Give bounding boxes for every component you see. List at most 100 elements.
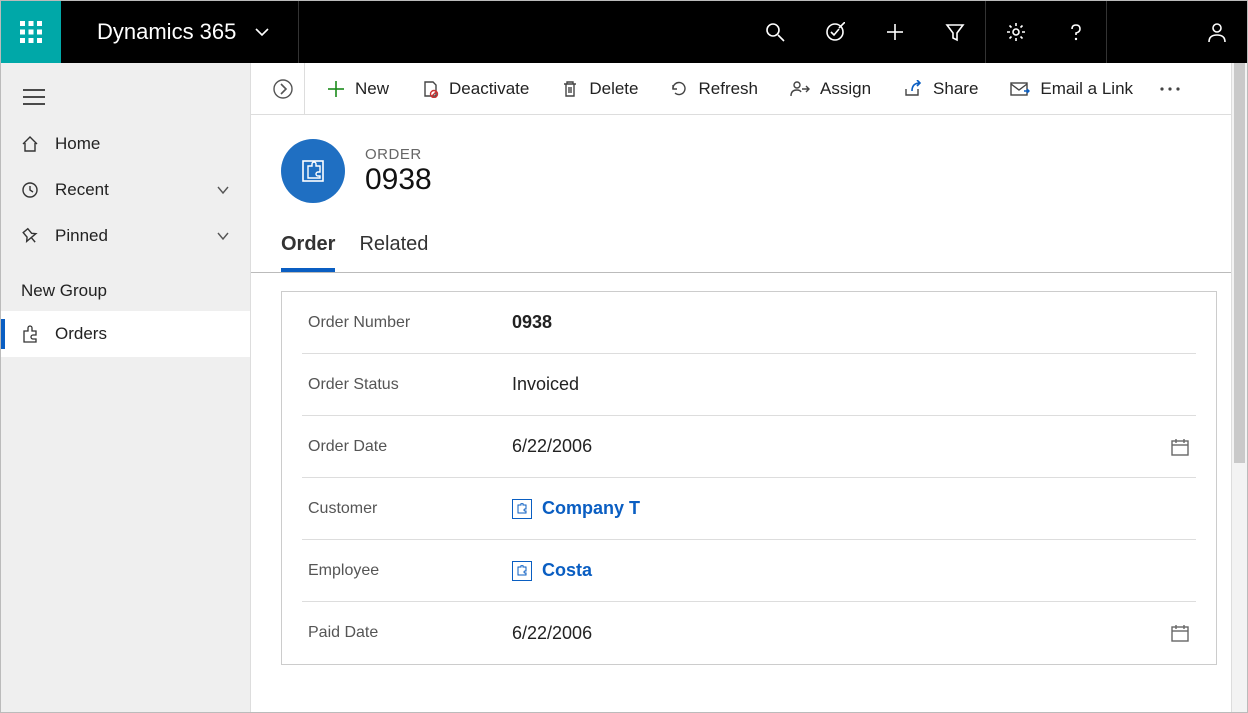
plus-icon bbox=[885, 22, 905, 42]
chevron-down-icon bbox=[216, 229, 230, 243]
lookup-value[interactable]: Company T bbox=[512, 498, 1196, 519]
field-label: Paid Date bbox=[302, 624, 512, 642]
field-order-number[interactable]: Order Number 0938 bbox=[302, 292, 1196, 354]
filter-button[interactable] bbox=[925, 1, 985, 63]
share-button[interactable]: Share bbox=[887, 63, 994, 115]
brand-label: Dynamics 365 bbox=[97, 19, 236, 45]
assign-button[interactable]: Assign bbox=[774, 63, 887, 115]
app-launcher-button[interactable] bbox=[1, 1, 61, 63]
cmd-label: Assign bbox=[820, 79, 871, 99]
plus-icon bbox=[327, 80, 345, 98]
sidebar-item-recent[interactable]: Recent bbox=[1, 167, 250, 213]
refresh-button[interactable]: Refresh bbox=[654, 63, 774, 115]
more-commands-button[interactable] bbox=[1149, 63, 1191, 115]
field-value: Invoiced bbox=[512, 374, 1196, 395]
new-button[interactable]: New bbox=[311, 63, 405, 115]
sidebar-item-label: Pinned bbox=[55, 226, 108, 246]
ellipsis-icon bbox=[1159, 86, 1181, 92]
sidebar: Home Recent Pinned New Group Orders bbox=[1, 63, 251, 712]
global-topbar: Dynamics 365 bbox=[1, 1, 1247, 63]
task-button[interactable] bbox=[805, 1, 865, 63]
quick-create-button[interactable] bbox=[865, 1, 925, 63]
sidebar-item-label: Recent bbox=[55, 180, 109, 200]
field-label: Employee bbox=[302, 562, 512, 580]
main-content: New Deactivate Delete Refresh Assign bbox=[251, 63, 1247, 712]
entity-type-label: ORDER bbox=[365, 146, 432, 163]
home-icon bbox=[21, 135, 39, 153]
settings-button[interactable] bbox=[986, 1, 1046, 63]
delete-button[interactable]: Delete bbox=[545, 63, 654, 115]
field-order-status[interactable]: Order Status Invoiced bbox=[302, 354, 1196, 416]
chevron-down-icon bbox=[254, 24, 270, 40]
scrollbar-thumb[interactable] bbox=[1234, 63, 1245, 463]
field-order-date[interactable]: Order Date 6/22/2006 bbox=[302, 416, 1196, 478]
gear-icon bbox=[1006, 22, 1026, 42]
field-value: 0938 bbox=[512, 312, 1196, 333]
global-actions bbox=[745, 1, 1247, 63]
help-button[interactable] bbox=[1046, 1, 1106, 63]
form-body: Order Number 0938 Order Status Invoiced … bbox=[251, 273, 1247, 712]
sidebar-item-label: Orders bbox=[55, 324, 107, 344]
circle-chevron-icon bbox=[272, 78, 294, 100]
field-customer[interactable]: Customer Company T bbox=[302, 478, 1196, 540]
cmd-label: Email a Link bbox=[1040, 79, 1133, 99]
entity-name-label: 0938 bbox=[365, 163, 432, 197]
sidebar-item-label: Home bbox=[55, 134, 100, 154]
spacer bbox=[299, 1, 745, 63]
email-icon bbox=[1010, 81, 1030, 97]
trash-icon bbox=[561, 80, 579, 98]
assign-icon bbox=[790, 80, 810, 98]
cmd-label: Deactivate bbox=[449, 79, 529, 99]
puzzle-icon bbox=[21, 325, 39, 343]
lookup-value[interactable]: Costa bbox=[512, 560, 1196, 581]
sidebar-item-home[interactable]: Home bbox=[1, 121, 250, 167]
field-employee[interactable]: Employee Costa bbox=[302, 540, 1196, 602]
sidebar-item-pinned[interactable]: Pinned bbox=[1, 213, 250, 259]
go-back-button[interactable] bbox=[261, 63, 305, 115]
email-link-button[interactable]: Email a Link bbox=[994, 63, 1149, 115]
field-label: Order Status bbox=[302, 376, 512, 394]
cmd-label: Share bbox=[933, 79, 978, 99]
cmd-label: Refresh bbox=[698, 79, 758, 99]
lookup-text: Costa bbox=[542, 560, 592, 581]
form-card: Order Number 0938 Order Status Invoiced … bbox=[281, 291, 1217, 665]
tab-related[interactable]: Related bbox=[359, 233, 428, 272]
account-button[interactable] bbox=[1187, 1, 1247, 63]
entity-icon bbox=[300, 158, 326, 184]
lookup-text: Company T bbox=[542, 498, 640, 519]
calendar-icon[interactable] bbox=[1170, 623, 1196, 643]
share-icon bbox=[903, 80, 923, 98]
cmd-label: New bbox=[355, 79, 389, 99]
user-profile-empty bbox=[1107, 1, 1187, 63]
pin-icon bbox=[21, 227, 39, 245]
search-icon bbox=[765, 22, 785, 42]
command-bar: New Deactivate Delete Refresh Assign bbox=[251, 63, 1247, 115]
deactivate-button[interactable]: Deactivate bbox=[405, 63, 545, 115]
field-value: 6/22/2006 bbox=[512, 436, 1170, 457]
refresh-icon bbox=[670, 80, 688, 98]
sidebar-item-orders[interactable]: Orders bbox=[1, 311, 250, 357]
tab-order[interactable]: Order bbox=[281, 233, 335, 272]
waffle-icon bbox=[20, 21, 42, 43]
chevron-down-icon bbox=[216, 183, 230, 197]
person-icon bbox=[1206, 21, 1228, 43]
deactivate-icon bbox=[421, 80, 439, 98]
funnel-icon bbox=[945, 22, 965, 42]
search-button[interactable] bbox=[745, 1, 805, 63]
field-paid-date[interactable]: Paid Date 6/22/2006 bbox=[302, 602, 1196, 664]
vertical-scrollbar[interactable] bbox=[1231, 63, 1247, 712]
product-switcher[interactable]: Dynamics 365 bbox=[61, 1, 298, 63]
calendar-icon[interactable] bbox=[1170, 437, 1196, 457]
field-label: Order Date bbox=[302, 438, 512, 456]
record-header: ORDER 0938 bbox=[251, 115, 1247, 203]
field-value: 6/22/2006 bbox=[512, 623, 1170, 644]
field-label: Customer bbox=[302, 500, 512, 518]
sidebar-toggle[interactable] bbox=[1, 73, 250, 121]
clock-icon bbox=[21, 181, 39, 199]
task-icon bbox=[825, 22, 845, 42]
cmd-label: Delete bbox=[589, 79, 638, 99]
entity-icon bbox=[512, 499, 532, 519]
entity-badge bbox=[281, 139, 345, 203]
field-label: Order Number bbox=[302, 314, 512, 332]
hamburger-icon bbox=[23, 89, 45, 105]
